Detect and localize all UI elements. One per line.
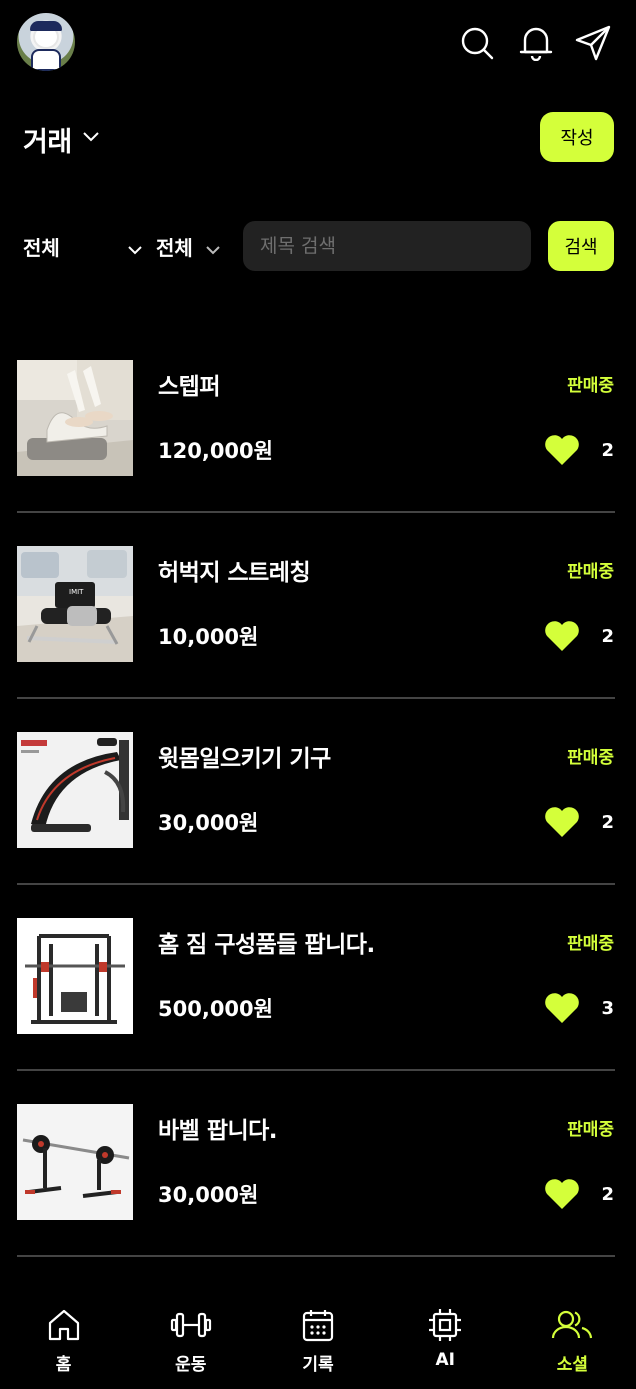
item-title: 윗몸일으키기 기구 xyxy=(158,746,331,772)
status-select[interactable]: 전체 xyxy=(156,232,193,261)
section-title[interactable]: 거래 xyxy=(23,120,72,159)
like-group[interactable]: 2 xyxy=(544,432,614,472)
filter-bar: 전체 전체 검색 xyxy=(0,220,636,274)
item-title: 허벅지 스트레칭 xyxy=(158,560,311,586)
top-bar xyxy=(0,0,636,90)
divider xyxy=(17,697,615,699)
like-group[interactable]: 3 xyxy=(544,990,614,1030)
product-image xyxy=(17,360,133,476)
item-price: 500,000원 xyxy=(158,997,273,1021)
like-count: 2 xyxy=(601,626,614,647)
status-badge: 판매중 xyxy=(567,1120,614,1140)
product-image xyxy=(17,732,133,848)
nav-item-social[interactable]: 소셜 xyxy=(509,1300,636,1389)
list-item[interactable]: 스텝퍼 판매중 120,000원 2 xyxy=(0,360,636,546)
nav-item-workout[interactable]: 운동 xyxy=(127,1300,254,1389)
nav-label: 운동 xyxy=(175,1355,207,1375)
calendar-icon xyxy=(302,1310,334,1342)
item-title: 홈 짐 구성품들 팝니다. xyxy=(158,932,375,958)
list-item[interactable]: IMIT 허벅지 스트레칭 판매중 10,000원 2 xyxy=(0,546,636,732)
chevron-down-icon[interactable] xyxy=(205,240,221,259)
svg-text:IMIT: IMIT xyxy=(69,588,84,596)
item-title: 스텝퍼 xyxy=(158,374,220,400)
divider xyxy=(17,511,615,513)
item-price: 30,000원 xyxy=(158,1183,259,1207)
avatar[interactable] xyxy=(17,13,75,71)
item-price: 120,000원 xyxy=(158,439,273,463)
like-group[interactable]: 2 xyxy=(544,1176,614,1216)
product-image xyxy=(17,1104,133,1220)
dumbbell-icon xyxy=(170,1312,211,1338)
heart-icon[interactable] xyxy=(544,620,580,652)
like-count: 3 xyxy=(601,998,614,1019)
nav-label: 홈 xyxy=(55,1355,72,1375)
product-image: IMIT xyxy=(17,546,133,662)
search-icon[interactable] xyxy=(458,24,496,62)
list-item[interactable]: 윗몸일으키기 기구 판매중 30,000원 2 xyxy=(0,732,636,918)
write-button[interactable]: 작성 xyxy=(540,112,614,162)
nav-label: 기록 xyxy=(302,1355,334,1375)
item-price: 30,000원 xyxy=(158,811,259,835)
divider xyxy=(17,883,615,885)
heart-icon[interactable] xyxy=(544,806,580,838)
list-item[interactable]: 바벨 팝니다. 판매중 30,000원 2 xyxy=(0,1104,636,1290)
search-button[interactable]: 검색 xyxy=(548,221,614,271)
users-icon xyxy=(552,1310,593,1339)
product-image xyxy=(17,918,133,1034)
like-group[interactable]: 2 xyxy=(544,618,614,658)
list-item[interactable]: 홈 짐 구성품들 팝니다. 판매중 500,000원 3 xyxy=(0,918,636,1104)
nav-label: AI xyxy=(435,1350,455,1370)
bottom-nav: 홈 운동 기록 AI 소셜 xyxy=(0,1300,636,1389)
like-count: 2 xyxy=(601,440,614,461)
chip-icon xyxy=(429,1309,462,1341)
heart-icon[interactable] xyxy=(544,992,580,1024)
status-badge: 판매중 xyxy=(567,562,614,582)
heart-icon[interactable] xyxy=(544,434,580,466)
search-input[interactable] xyxy=(243,221,531,271)
bell-icon[interactable] xyxy=(517,24,555,62)
send-icon[interactable] xyxy=(574,24,612,62)
status-badge: 판매중 xyxy=(567,934,614,954)
nav-item-record[interactable]: 기록 xyxy=(254,1300,381,1389)
chevron-down-icon[interactable] xyxy=(82,128,100,147)
chevron-down-icon[interactable] xyxy=(127,240,143,259)
status-badge: 판매중 xyxy=(567,748,614,768)
heart-icon[interactable] xyxy=(544,1178,580,1210)
like-count: 2 xyxy=(601,1184,614,1205)
home-icon xyxy=(48,1309,79,1341)
divider xyxy=(17,1255,615,1257)
item-title: 바벨 팝니다. xyxy=(158,1118,278,1144)
status-badge: 판매중 xyxy=(567,376,614,396)
section-header: 거래 작성 xyxy=(0,110,636,166)
item-price: 10,000원 xyxy=(158,625,259,649)
nav-item-home[interactable]: 홈 xyxy=(0,1300,127,1389)
nav-item-ai[interactable]: AI xyxy=(382,1300,509,1389)
category-select[interactable]: 전체 xyxy=(23,232,60,261)
like-group[interactable]: 2 xyxy=(544,804,614,844)
nav-label: 소셜 xyxy=(556,1355,589,1375)
like-count: 2 xyxy=(601,812,614,833)
divider xyxy=(17,1069,615,1071)
